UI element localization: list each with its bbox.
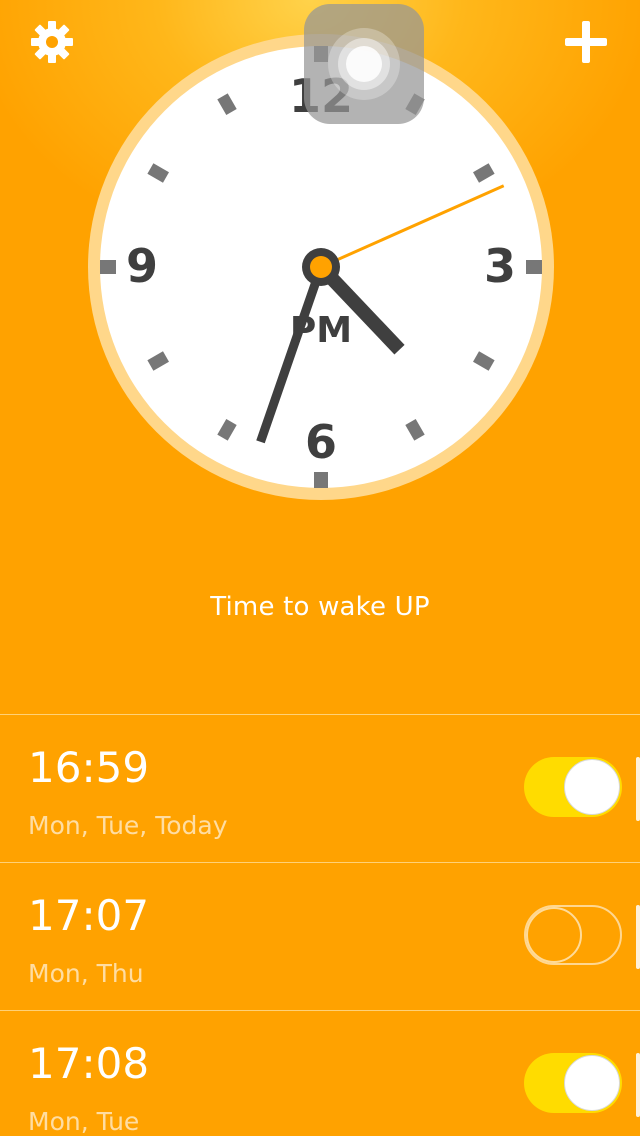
alarm-row[interactable]: 17:08 Mon, Tue [0,1011,640,1136]
alarm-time: 16:59 [28,743,150,792]
numeral-6: 6 [305,415,337,469]
plus-icon [565,21,607,63]
toggle-knob [564,1055,620,1111]
assistive-touch-button[interactable] [304,4,424,124]
alarm-toggle[interactable] [524,905,622,965]
row-edge-marker [636,757,640,821]
row-edge-marker [636,905,640,969]
add-alarm-button[interactable] [556,12,616,72]
alarm-row[interactable]: 16:59 Mon, Tue, Today [0,715,640,863]
numeral-9: 9 [126,239,158,293]
gear-icon [31,21,73,63]
alarm-toggle[interactable] [524,757,622,817]
wake-message: Time to wake UP [210,592,430,622]
clock-tick [314,472,328,488]
alarm-list: 16:59 Mon, Tue, Today 17:07 Mon, Thu 17:… [0,714,640,1136]
clock-center-dot [310,256,332,278]
numeral-3: 3 [484,239,516,293]
alarm-row[interactable]: 17:07 Mon, Thu [0,863,640,1011]
toggle-knob [526,907,582,963]
alarm-days: Mon, Thu [28,959,144,988]
alarm-screen: 12 3 6 9 PM Time to wake UP 16:59 Mon, T… [0,0,640,1136]
clock-tick [526,260,542,274]
settings-button[interactable] [22,12,82,72]
row-edge-marker [636,1053,640,1117]
alarm-days: Mon, Tue, Today [28,811,228,840]
alarm-days: Mon, Tue [28,1107,140,1136]
assistive-touch-center [346,46,382,82]
alarm-toggle[interactable] [524,1053,622,1113]
alarm-time: 17:08 [28,1039,150,1088]
toggle-knob [564,759,620,815]
clock-tick [100,260,116,274]
alarm-time: 17:07 [28,891,150,940]
